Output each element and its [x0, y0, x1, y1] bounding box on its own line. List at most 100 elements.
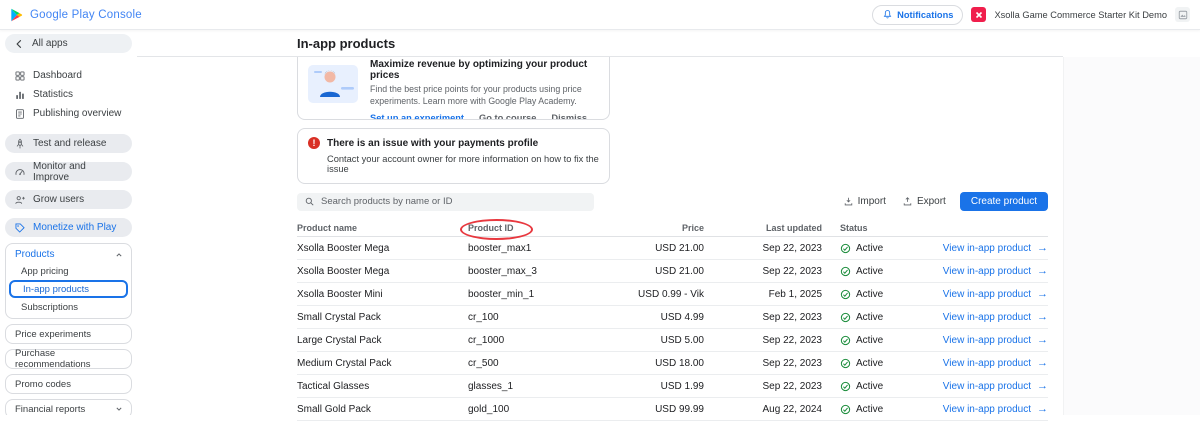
product-table-row[interactable]: Small Gold Pack gold_100 USD 99.99 Aug 2… [297, 398, 1048, 421]
arrow-right-icon: → [1037, 404, 1048, 415]
sidebar-item-label: Promo codes [15, 379, 71, 390]
sidebar-item-dashboard[interactable]: Dashboard [5, 66, 132, 85]
last-updated-cell: Aug 22, 2024 [704, 404, 822, 415]
current-app-name[interactable]: Xsolla Game Commerce Starter Kit Demo [994, 10, 1167, 20]
sidebar-section-grow-users[interactable]: Grow users [5, 190, 132, 209]
go-to-course-button[interactable]: Go to course [479, 113, 536, 120]
product-name-cell: Large Crystal Pack [297, 335, 468, 346]
view-product-link-label: View in-app product [943, 404, 1031, 415]
product-table-row[interactable]: Xsolla Booster Mini booster_min_1 USD 0.… [297, 283, 1048, 306]
price-optimization-promo-card: Maximize revenue by optimizing your prod… [297, 57, 610, 120]
rocket-icon [14, 138, 26, 150]
gauge-icon [14, 166, 26, 178]
view-in-app-product-link[interactable]: View in-app product → [943, 404, 1048, 415]
product-price-cell: USD 21.00 [598, 266, 704, 277]
sidebar-section-test-and-release[interactable]: Test and release [5, 134, 132, 153]
sidebar-item-label: Publishing overview [33, 108, 121, 119]
view-product-link-label: View in-app product [943, 312, 1031, 323]
import-button[interactable]: Import [843, 196, 886, 207]
product-table-row[interactable]: Small Crystal Pack cr_100 USD 4.99 Sep 2… [297, 306, 1048, 329]
view-product-link-label: View in-app product [943, 335, 1031, 346]
create-product-button[interactable]: Create product [960, 192, 1048, 211]
status-cell: Active [822, 243, 920, 254]
view-product-link-label: View in-app product [943, 358, 1031, 369]
view-in-app-product-link[interactable]: View in-app product → [943, 381, 1048, 392]
view-in-app-product-link[interactable]: View in-app product → [943, 335, 1048, 346]
promo-body: Find the best price points for your prod… [370, 83, 599, 108]
product-id-cell: glasses_1 [468, 381, 598, 392]
promo-illustration [308, 65, 358, 103]
action-cell: View in-app product → [920, 358, 1048, 369]
sidebar-item-products[interactable]: Products [6, 246, 131, 263]
arrow-left-icon [13, 38, 25, 50]
sidebar-item-publishing-overview[interactable]: Publishing overview [5, 104, 132, 123]
sidebar-item-label: Subscriptions [21, 302, 78, 313]
notifications-label: Notifications [897, 10, 953, 20]
brand-title: Google Play Console [30, 9, 142, 21]
publishing-overview-icon [14, 108, 26, 120]
export-label: Export [917, 196, 946, 207]
check-circle-icon [840, 358, 851, 369]
header-price: Price [598, 223, 704, 233]
sidebar-item-statistics[interactable]: Statistics [5, 85, 132, 104]
status-label: Active [856, 381, 883, 392]
google-play-console-brand[interactable]: Google Play Console [10, 8, 142, 22]
view-in-app-product-link[interactable]: View in-app product → [943, 266, 1048, 277]
right-gutter [1063, 57, 1200, 415]
status-cell: Active [822, 358, 920, 369]
product-name-cell: Medium Crystal Pack [297, 358, 468, 369]
sidebar-item-in-app-products[interactable]: In-app products [9, 280, 128, 298]
sidebar-item-purchase-recommendations[interactable]: Purchase recommendations [5, 349, 132, 369]
check-circle-icon [840, 243, 851, 254]
product-table-row[interactable]: Large Crystal Pack cr_1000 USD 5.00 Sep … [297, 329, 1048, 352]
sidebar-item-financial-reports[interactable]: Financial reports [5, 399, 132, 415]
warning-body: Contact your account owner for more info… [327, 154, 599, 174]
product-table-row[interactable]: Xsolla Booster Mega booster_max_3 USD 21… [297, 260, 1048, 283]
main-content: In-app products Maximize revenue by opti… [137, 30, 1200, 415]
promo-title: Maximize revenue by optimizing your prod… [370, 59, 599, 81]
last-updated-cell: Sep 22, 2023 [704, 243, 822, 254]
product-name-cell: Tactical Glasses [297, 381, 468, 392]
sidebar-section-monetize-with-play[interactable]: Monetize with Play [5, 218, 132, 237]
sidebar-item-label: In-app products [23, 284, 89, 295]
sidebar-item-subscriptions[interactable]: Subscriptions [6, 299, 131, 315]
product-price-cell: USD 1.99 [598, 381, 704, 392]
sidebar-item-app-pricing[interactable]: App pricing [6, 263, 131, 279]
status-label: Active [856, 358, 883, 369]
xsolla-logo-icon [971, 7, 986, 22]
promo-actions: Set up an experiment Go to course Dismis… [370, 113, 599, 120]
arrow-right-icon: → [1037, 358, 1048, 369]
product-table-row[interactable]: Tactical Glasses glasses_1 USD 1.99 Sep … [297, 375, 1048, 398]
all-apps-back-button[interactable]: All apps [5, 34, 132, 53]
promo-illustration-graphic [308, 65, 358, 103]
view-in-app-product-link[interactable]: View in-app product → [943, 243, 1048, 254]
export-button[interactable]: Export [902, 196, 946, 207]
page-content: Maximize revenue by optimizing your prod… [297, 57, 1048, 415]
sidebar-item-price-experiments[interactable]: Price experiments [5, 324, 132, 344]
action-cell: View in-app product → [920, 266, 1048, 277]
product-search[interactable] [297, 193, 594, 211]
search-icon [304, 196, 315, 207]
product-table-row[interactable]: Xsolla Booster Mega booster_max1 USD 21.… [297, 237, 1048, 260]
promo-text-block: Maximize revenue by optimizing your prod… [370, 57, 599, 119]
view-in-app-product-link[interactable]: View in-app product → [943, 289, 1048, 300]
view-in-app-product-link[interactable]: View in-app product → [943, 358, 1048, 369]
product-name-cell: Small Crystal Pack [297, 312, 468, 323]
search-input[interactable] [321, 196, 587, 207]
sidebar-section-monitor-and-improve[interactable]: Monitor and Improve [5, 162, 132, 181]
notifications-button[interactable]: Notifications [872, 5, 963, 25]
sidebar-item-promo-codes[interactable]: Promo codes [5, 374, 132, 394]
app-placeholder-icon[interactable] [1175, 7, 1190, 22]
view-in-app-product-link[interactable]: View in-app product → [943, 312, 1048, 323]
sidebar-item-label: Dashboard [33, 70, 82, 81]
dismiss-button[interactable]: Dismiss [551, 113, 587, 120]
left-navigation: All apps Dashboard Statistics Publishing… [0, 30, 137, 415]
product-name-cell: Xsolla Booster Mini [297, 289, 468, 300]
product-table-row[interactable]: Medium Crystal Pack cr_500 USD 18.00 Sep… [297, 352, 1048, 375]
view-product-link-label: View in-app product [943, 381, 1031, 392]
action-cell: View in-app product → [920, 312, 1048, 323]
status-label: Active [856, 266, 883, 277]
sidebar-item-label: Monitor and Improve [33, 161, 123, 183]
set-up-experiment-button[interactable]: Set up an experiment [370, 113, 464, 120]
check-circle-icon [840, 289, 851, 300]
